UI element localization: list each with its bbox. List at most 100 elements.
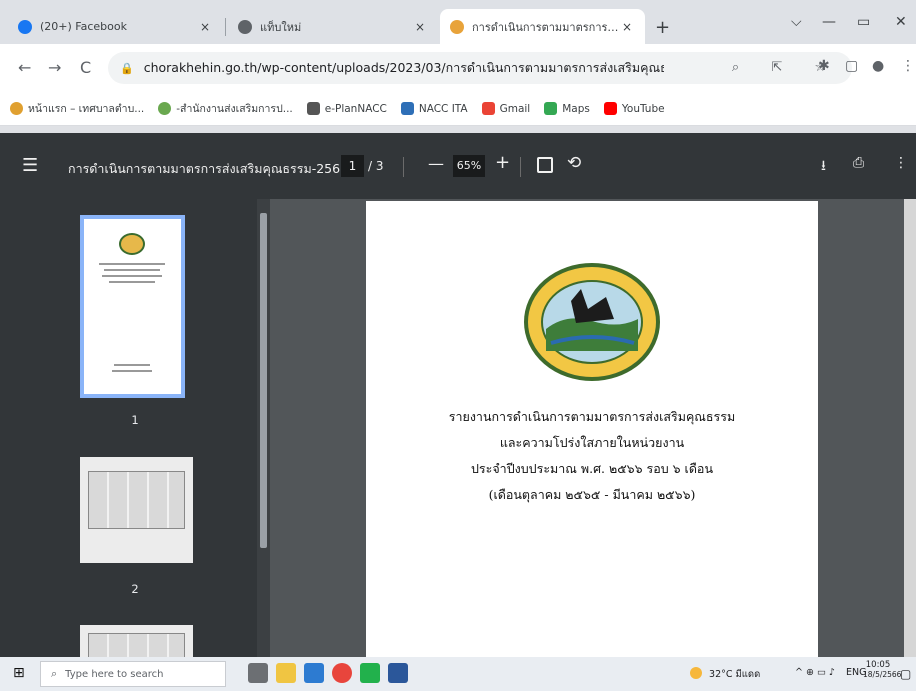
thumbnail-sidebar: 1 2: [0, 199, 270, 657]
store-icon[interactable]: [304, 663, 324, 683]
chrome-menu-icon[interactable]: ⋮: [901, 58, 915, 74]
bookmark-label: -สำนักงานส่งเสริมการป...: [176, 103, 293, 115]
line-app-icon[interactable]: [360, 663, 380, 683]
close-window-button[interactable]: ✕: [895, 14, 907, 30]
pdf-page: รายงานการดำเนินการตามมาตรการส่งเสริมคุณธ…: [366, 201, 818, 657]
report-title-line-1: รายงานการดำเนินการตามมาตรการส่งเสริมคุณธ…: [448, 409, 736, 424]
chrome-icon: [238, 19, 252, 34]
clock-time: 10:05: [865, 660, 891, 670]
bookmark-label: NACC ITA: [418, 102, 468, 115]
tab-close-button[interactable]: ×: [619, 20, 635, 34]
menu-icon[interactable]: ☰: [22, 155, 38, 176]
maps-icon: [544, 102, 558, 115]
gmail-icon: [481, 102, 495, 115]
bookmark-item[interactable]: หน้าแรก – เทศบาลตำบ...: [10, 100, 144, 117]
clock-date: 18/5/2566: [863, 670, 902, 679]
tab-search-icon[interactable]: ⌵: [791, 14, 802, 30]
thumbnail-page-3[interactable]: [80, 625, 193, 657]
house-icon: [306, 102, 320, 115]
sidebar-scrollbar[interactable]: [257, 199, 270, 657]
thumb-table: [88, 633, 185, 657]
page-total: / 3: [368, 159, 384, 173]
seal-icon: [10, 102, 23, 115]
clock[interactable]: 10:05 18/5/2566: [863, 660, 902, 679]
bookmarks-bar: หน้าแรก – เทศบาลตำบ... -สำนักงานส่งเสริม…: [0, 92, 916, 126]
zoom-level-input[interactable]: 65%: [453, 155, 485, 177]
weather-text: 32°C มีแดด: [709, 669, 761, 680]
zoom-out-button[interactable]: —: [428, 154, 444, 173]
tab-facebook[interactable]: (20+) Facebook ×: [8, 9, 223, 44]
new-tab-button[interactable]: +: [655, 17, 670, 38]
browser-toolbar: ← → C 🔒 chorakhehin.go.th/wp-content/upl…: [0, 44, 916, 92]
bookmark-label: YouTube: [621, 102, 665, 115]
scrollbar-thumb[interactable]: [260, 213, 267, 548]
thumbnail-page-1[interactable]: [80, 215, 185, 398]
tab-title: แท็บใหม่: [260, 20, 302, 34]
weather-widget[interactable]: 32°C มีแดด: [690, 667, 760, 682]
tab-close-button[interactable]: ×: [412, 20, 428, 34]
lock-icon[interactable]: 🔒: [120, 62, 134, 75]
bookmark-label: หน้าแรก – เทศบาลตำบ...: [28, 103, 145, 115]
thumbnail-page-2[interactable]: [80, 457, 193, 563]
report-title-line-2: และความโปร่งใสภายในหน่วยงาน: [499, 435, 685, 450]
thumb-line: [99, 263, 165, 265]
minimize-button[interactable]: —: [822, 14, 836, 30]
ita-icon: [400, 102, 414, 115]
tab-new-tab[interactable]: แท็บใหม่ ×: [228, 9, 438, 44]
download-icon[interactable]: ⭳: [821, 155, 826, 179]
thumb-table: [88, 471, 185, 529]
youtube-icon: [603, 102, 617, 115]
bookmark-item[interactable]: -สำนักงานส่งเสริมการป...: [158, 100, 293, 117]
thumb-line: [102, 275, 162, 277]
sun-icon: [690, 667, 702, 679]
tab-close-button[interactable]: ×: [197, 20, 213, 34]
fit-page-icon[interactable]: [537, 157, 553, 173]
search-icon: ⌕: [51, 667, 58, 680]
municipality-seal-icon: [524, 263, 660, 381]
thumb-line: [114, 364, 150, 366]
toolbar-divider: [403, 157, 404, 177]
tab-title: (20+) Facebook: [40, 20, 127, 33]
profile-icon[interactable]: ●: [872, 58, 884, 74]
reload-icon[interactable]: C: [80, 58, 91, 77]
word-icon[interactable]: [388, 663, 408, 683]
taskbar-search-box[interactable]: ⌕ Type here to search: [40, 661, 226, 687]
document-title: การดำเนินการตามมาตรการส่งเสริมคุณธรรม-25…: [68, 161, 360, 176]
windows-taskbar: ⊞ ⌕ Type here to search 32°C มีแดด ^ ⊕ ▭…: [0, 657, 916, 691]
thumbnail-label: 2: [131, 582, 139, 596]
side-panel-icon[interactable]: ▢: [845, 58, 858, 74]
more-options-icon[interactable]: ⋮: [894, 155, 908, 171]
pdf-viewer[interactable]: รายงานการดำเนินการตามมาตรการส่งเสริมคุณธ…: [270, 199, 916, 657]
windows-start-icon[interactable]: ⊞: [13, 665, 25, 681]
bookmark-item[interactable]: YouTube: [603, 102, 665, 115]
rotate-icon[interactable]: ⟲: [567, 153, 581, 173]
bookmark-label: e-PlanNACC: [324, 102, 387, 115]
bookmark-label: Maps: [562, 102, 590, 115]
extensions-icon[interactable]: ✱: [818, 58, 830, 74]
page-number-input[interactable]: 1: [341, 155, 364, 177]
bookmark-label: Gmail: [499, 102, 531, 115]
bookmark-item[interactable]: e-PlanNACC: [306, 102, 387, 115]
thumb-line: [112, 370, 152, 372]
viewer-scrollbar[interactable]: [904, 199, 916, 657]
zoom-in-button[interactable]: +: [495, 152, 510, 173]
back-icon[interactable]: ←: [18, 58, 31, 77]
system-tray-icons[interactable]: ^ ⊕ ▭ ♪: [795, 667, 835, 678]
chrome-taskbar-icon[interactable]: [332, 663, 352, 683]
bookmark-item[interactable]: Maps: [544, 102, 590, 115]
thumb-line: [109, 281, 155, 283]
forward-icon[interactable]: →: [48, 58, 61, 77]
notifications-icon[interactable]: ▢: [900, 667, 911, 681]
task-view-icon[interactable]: [248, 663, 268, 683]
tab-pdf-active[interactable]: การดำเนินการตามมาตรการส่งเสริมคุณ ×: [440, 9, 645, 44]
bookmark-item[interactable]: NACC ITA: [400, 102, 468, 115]
maximize-button[interactable]: ▭: [857, 14, 870, 30]
pdf-toolbar: ☰ การดำเนินการตามมาตรการส่งเสริมคุณธรรม-…: [0, 133, 916, 199]
bookmark-item[interactable]: Gmail: [481, 102, 531, 115]
address-bar[interactable]: 🔒 chorakhehin.go.th/wp-content/uploads/2…: [108, 52, 852, 84]
thumb-line: [104, 269, 160, 271]
url-text[interactable]: chorakhehin.go.th/wp-content/uploads/202…: [144, 58, 664, 78]
print-icon[interactable]: ⎙: [853, 155, 864, 171]
file-explorer-icon[interactable]: [276, 663, 296, 683]
facebook-icon: [18, 19, 32, 34]
